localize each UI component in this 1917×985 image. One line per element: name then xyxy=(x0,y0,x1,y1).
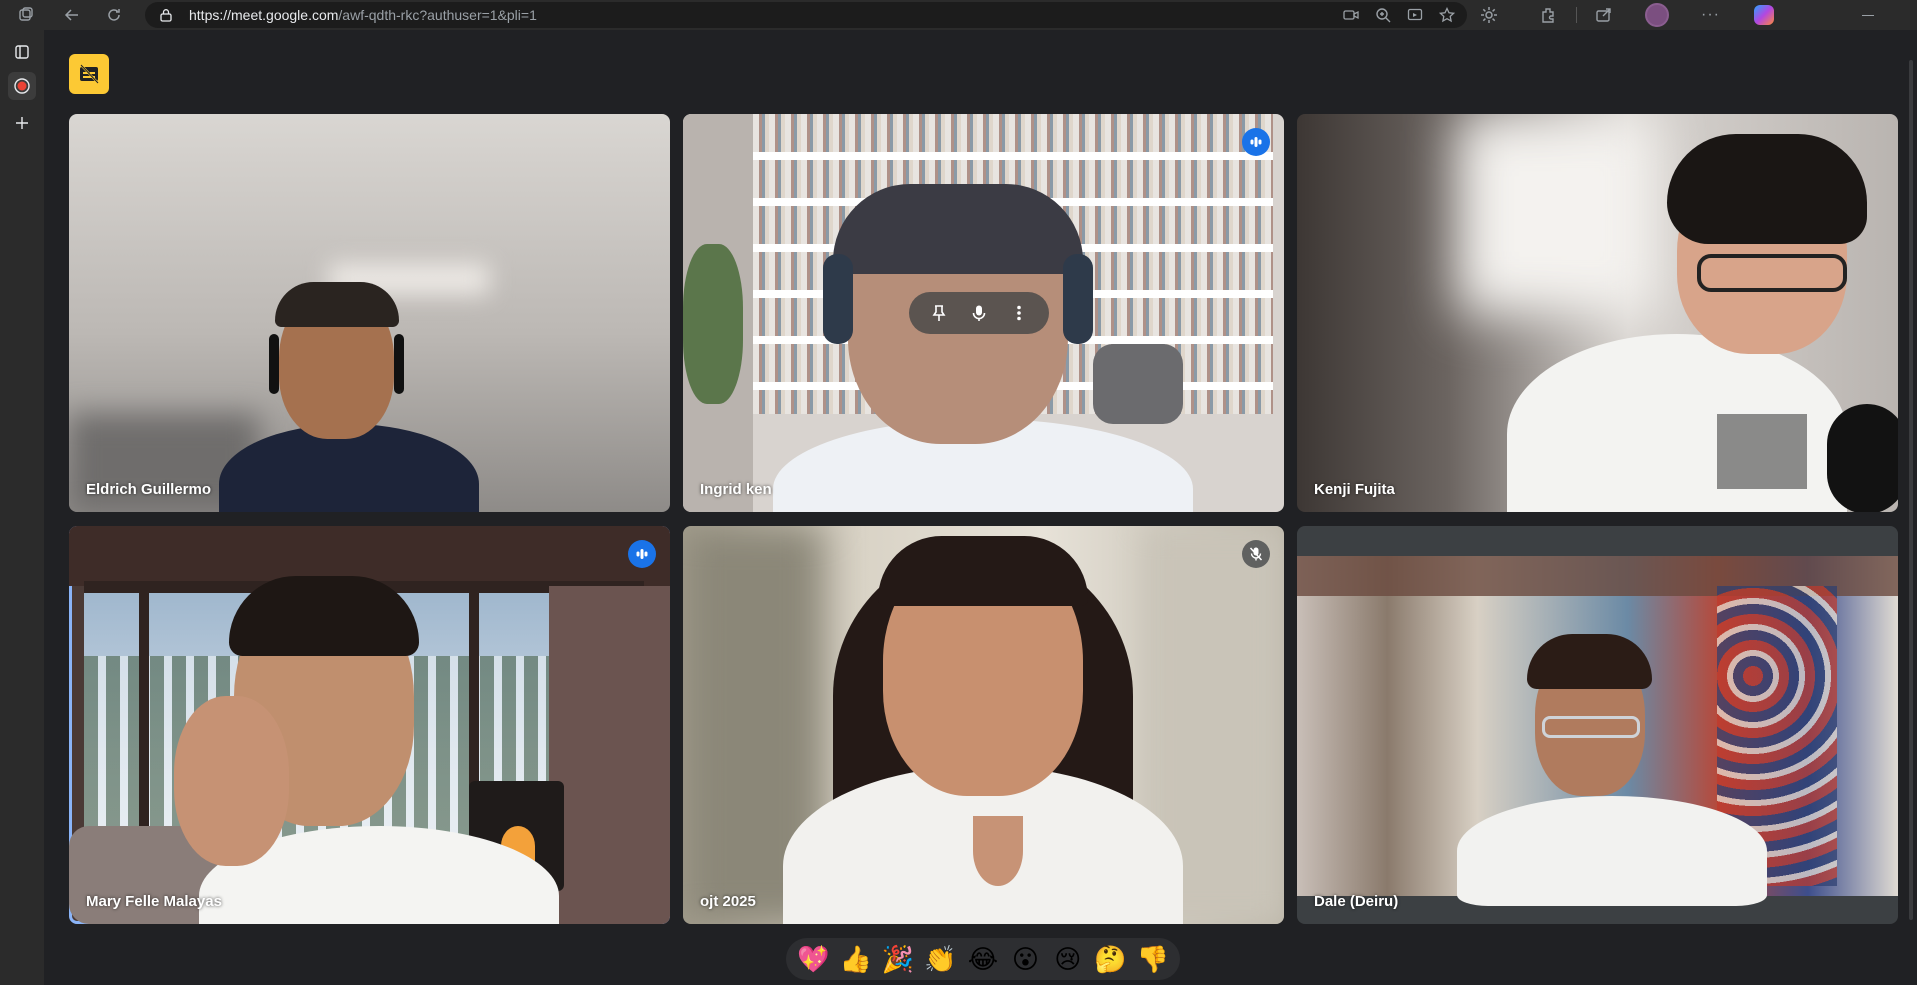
favorite-star-icon[interactable] xyxy=(1439,7,1455,23)
audio-level-icon xyxy=(636,549,648,559)
minimize-icon[interactable] xyxy=(1861,14,1874,16)
back-icon[interactable] xyxy=(58,1,86,29)
extension-gear-icon[interactable] xyxy=(1480,6,1498,24)
address-bar[interactable]: https://meet.google.com/awf-qdth-rkc?aut… xyxy=(145,2,1467,28)
reaction-party-popper[interactable]: 🎉 xyxy=(879,940,917,978)
participant-name: Kenji Fujita xyxy=(1314,481,1395,498)
reaction-clapping[interactable]: 👏 xyxy=(922,940,960,978)
participant-tile-kenji[interactable]: Kenji Fujita xyxy=(1297,114,1898,512)
camera-in-use-icon[interactable] xyxy=(1343,7,1359,23)
reaction-crying[interactable]: 😢 xyxy=(1049,940,1087,978)
participant-tile-mary[interactable]: Mary Felle Malayas xyxy=(69,526,670,924)
reaction-sparkling-heart[interactable]: 💖 xyxy=(794,940,832,978)
vertical-tab-strip xyxy=(0,30,44,985)
reaction-surprised[interactable]: 😮 xyxy=(1006,940,1044,978)
tab-sidebar-toggle-icon[interactable] xyxy=(8,38,36,66)
meet-tab-recording-icon[interactable] xyxy=(8,72,36,100)
reactions-bar: 💖 👍 🎉 👏 😂 😮 😢 🤔 👎 xyxy=(786,938,1180,980)
url-text: https://meet.google.com/awf-qdth-rkc?aut… xyxy=(189,7,537,23)
mic-icon[interactable] xyxy=(970,304,988,322)
participant-name: Eldrich Guillermo xyxy=(86,481,212,498)
copilot-icon[interactable] xyxy=(1753,5,1774,25)
url-path: /awf-qdth-rkc?authuser=1&pli=1 xyxy=(338,7,537,23)
page-scrollbar[interactable] xyxy=(1909,60,1913,920)
lock-icon xyxy=(160,9,172,22)
audio-level-icon xyxy=(1250,137,1262,147)
app-available-icon[interactable] xyxy=(1407,7,1423,23)
more-menu-icon[interactable]: ··· xyxy=(1701,6,1720,24)
url-host: https://meet.google.com xyxy=(189,7,339,23)
share-icon[interactable] xyxy=(1595,6,1613,24)
mic-off-icon xyxy=(1249,547,1263,561)
reaction-thumbs-up[interactable]: 👍 xyxy=(837,940,875,978)
participant-tile-ojt[interactable]: ojt 2025 xyxy=(683,526,1284,924)
participant-tile-ingrid[interactable]: Ingrid ken xyxy=(683,114,1284,512)
reaction-thinking[interactable]: 🤔 xyxy=(1091,940,1129,978)
reaction-tears-of-joy[interactable]: 😂 xyxy=(964,940,1002,978)
tile-hover-controls xyxy=(909,292,1049,334)
extensions-icon[interactable] xyxy=(1540,6,1558,24)
participant-tile-dale[interactable]: Dale (Deiru) xyxy=(1297,526,1898,924)
pin-icon[interactable] xyxy=(930,304,948,322)
captions-off-button[interactable] xyxy=(69,54,109,94)
new-tab-icon[interactable] xyxy=(8,109,36,137)
browser-toolbar: https://meet.google.com/awf-qdth-rkc?aut… xyxy=(0,0,1917,30)
participant-tile-eldrich[interactable]: Eldrich Guillermo xyxy=(69,114,670,512)
muted-indicator xyxy=(1242,540,1270,568)
participant-name: Dale (Deiru) xyxy=(1314,893,1399,910)
reaction-thumbs-down[interactable]: 👎 xyxy=(1134,940,1172,978)
participant-name: Ingrid ken xyxy=(700,481,772,498)
speaking-indicator xyxy=(628,540,656,568)
participant-name: Mary Felle Malayas xyxy=(86,893,222,910)
reload-icon[interactable] xyxy=(100,1,128,29)
speaking-indicator xyxy=(1242,128,1270,156)
tab-actions-icon[interactable] xyxy=(12,1,40,29)
browser-extensions: ··· xyxy=(1480,0,1917,30)
zoom-icon[interactable] xyxy=(1375,7,1391,23)
participant-name: ojt 2025 xyxy=(700,893,756,910)
more-vert-icon[interactable] xyxy=(1010,304,1028,322)
captions-off-icon xyxy=(80,64,99,84)
profile-avatar[interactable] xyxy=(1645,3,1669,27)
